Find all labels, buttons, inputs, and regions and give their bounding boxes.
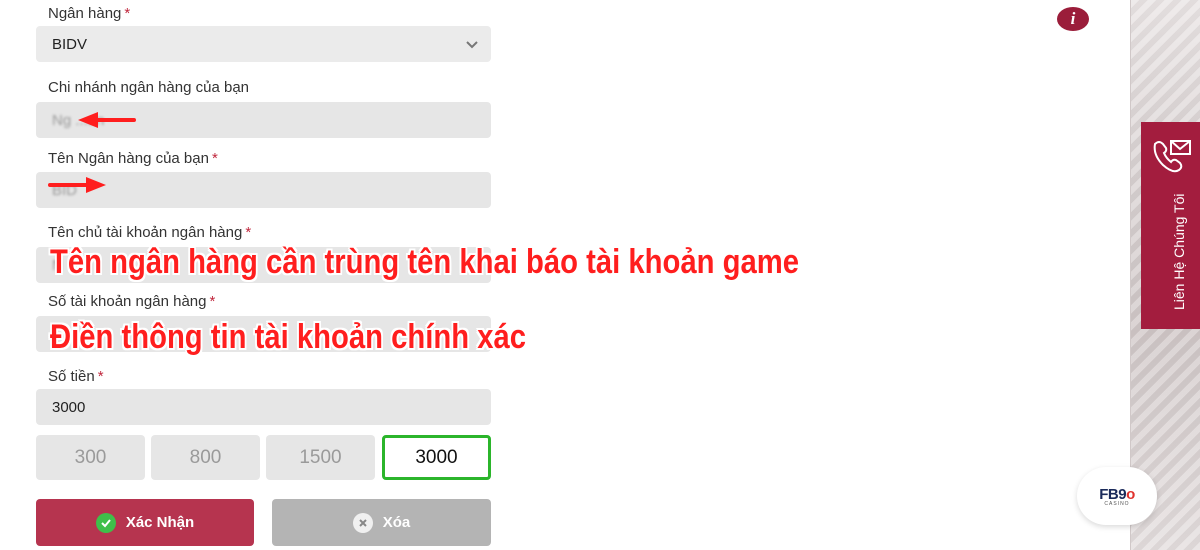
amount-option-300[interactable]: 300 <box>36 435 145 480</box>
clear-button-label: Xóa <box>382 514 411 531</box>
annotation-line-2: Điền thông tin tài khoản chính xác <box>50 318 526 356</box>
bank-select-value: BIDV <box>52 35 88 53</box>
confirm-button[interactable]: Xác Nhận <box>36 499 254 546</box>
amount-option-1500[interactable]: 1500 <box>266 435 375 480</box>
annotation-line-1: Tên ngân hàng cần trùng tên khai báo tài… <box>50 243 799 281</box>
contact-us-label: Liên Hệ Chúng Tôi <box>1171 193 1187 310</box>
amount-input[interactable]: 3000 <box>36 389 491 425</box>
phone-icon <box>1153 140 1191 173</box>
arrow-icon <box>48 177 106 193</box>
contact-us-tab[interactable]: Liên Hệ Chúng Tôi <box>1141 122 1200 329</box>
branch-label: Chi nhánh ngân hàng của bạn <box>48 79 250 96</box>
account-holder-label: Tên chủ tài khoản ngân hàng * <box>48 224 252 241</box>
amount-option-800[interactable]: 800 <box>151 435 260 480</box>
bank-name-label: Tên Ngân hàng của bạn * <box>48 150 218 167</box>
amount-input-value: 3000 <box>52 398 86 416</box>
bank-label: Ngân hàng * <box>48 5 131 22</box>
withdraw-form-page: Ngân hàng * BIDV i Chi nhánh ngân hàng củ… <box>0 0 1200 550</box>
check-icon <box>95 512 116 533</box>
arrow-icon <box>78 112 136 128</box>
info-icon[interactable]: i <box>1057 7 1089 31</box>
chevron-down-icon <box>466 41 478 49</box>
account-number-label: Số tài khoản ngân hàng * <box>48 293 216 310</box>
logo-subtext: CASINO <box>1104 500 1130 507</box>
confirm-button-label: Xác Nhận <box>125 514 195 531</box>
clear-button[interactable]: Xóa <box>272 499 491 546</box>
bank-select[interactable]: BIDV <box>36 26 491 62</box>
amount-option-3000[interactable]: 3000 <box>382 435 491 480</box>
fb90-logo[interactable]: FB9o CASINO <box>1077 467 1157 525</box>
amount-label: Số tiền * <box>48 368 104 385</box>
close-icon <box>352 512 373 533</box>
